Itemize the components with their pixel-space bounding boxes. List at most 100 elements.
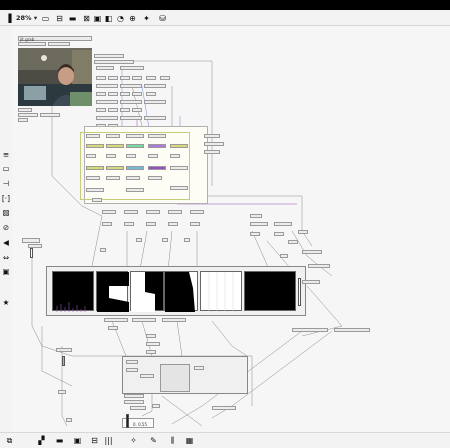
gain-object[interactable]: [126, 166, 144, 170]
patch-object[interactable]: [148, 176, 162, 180]
number-box[interactable]: [40, 113, 60, 117]
level-meter[interactable]: [62, 356, 65, 366]
presentation-window-icon[interactable]: ▣: [72, 436, 83, 446]
patch-object[interactable]: [124, 222, 134, 226]
window-icon[interactable]: ▣: [92, 13, 103, 23]
patch-object[interactable]: [124, 400, 144, 404]
patch-object[interactable]: [140, 374, 154, 378]
patch-object[interactable]: [148, 134, 166, 138]
patch-object[interactable]: [152, 404, 160, 408]
bracket-icon[interactable]: [·]: [1, 194, 11, 204]
patch-object[interactable]: [184, 238, 190, 242]
patch-object[interactable]: [190, 210, 204, 214]
pin-icon[interactable]: ⊕: [127, 13, 138, 23]
jit-window-object[interactable]: [22, 238, 40, 243]
patch-object[interactable]: [148, 154, 158, 158]
gain-object[interactable]: [86, 166, 104, 170]
patch-object[interactable]: [146, 222, 156, 226]
inspector-icon[interactable]: ▞: [36, 436, 47, 446]
patch-object[interactable]: [106, 134, 120, 138]
patch-object[interactable]: [94, 54, 124, 58]
patch-object[interactable]: [250, 232, 260, 236]
patch-object[interactable]: [106, 154, 116, 158]
patch-object[interactable]: [212, 406, 236, 410]
patch-object[interactable]: [298, 230, 308, 234]
patch-object[interactable]: [94, 60, 134, 64]
menu-icon[interactable]: ≡: [1, 150, 11, 160]
patch-object[interactable]: [144, 100, 166, 104]
patch-object[interactable]: [168, 210, 182, 214]
patch-object[interactable]: [120, 84, 142, 88]
image-icon[interactable]: ▨: [1, 208, 11, 218]
wrench-icon[interactable]: ✎: [148, 436, 159, 446]
patch-object[interactable]: [302, 250, 322, 254]
toggle-object[interactable]: [18, 108, 32, 112]
patch-object[interactable]: [160, 76, 170, 80]
patch-object[interactable]: [102, 222, 112, 226]
edit-icon[interactable]: ⊟: [54, 13, 65, 23]
patch-object[interactable]: [92, 198, 102, 202]
gain-object[interactable]: [148, 166, 166, 170]
patch-object[interactable]: [96, 116, 118, 120]
exchange-icon[interactable]: ⇔: [1, 253, 11, 263]
patch-object[interactable]: [170, 186, 188, 190]
patch-object[interactable]: [126, 154, 136, 158]
gain-object[interactable]: [126, 144, 144, 148]
patch-object[interactable]: [162, 238, 168, 242]
patch-canvas[interactable]: jit.grab 0. 0.55: [12, 26, 450, 432]
patch-object[interactable]: [96, 76, 106, 80]
patch-object[interactable]: [86, 154, 96, 158]
patch-object[interactable]: [86, 134, 100, 138]
patch-object[interactable]: [120, 92, 130, 96]
gain-object[interactable]: [86, 144, 104, 148]
patch-object[interactable]: [274, 222, 292, 226]
patch-object[interactable]: [146, 92, 156, 96]
clock-icon[interactable]: ◔: [115, 13, 126, 23]
patch-object[interactable]: [132, 318, 156, 322]
patch-object[interactable]: [126, 368, 138, 372]
record-icon[interactable]: ▬: [67, 13, 78, 23]
patch-object[interactable]: [204, 150, 220, 154]
gain-object[interactable]: [148, 144, 166, 148]
patch-object[interactable]: [86, 188, 104, 192]
sidebar-toggle-icon[interactable]: ▐: [3, 13, 14, 23]
number-box[interactable]: [18, 113, 38, 117]
patch-object[interactable]: [120, 66, 144, 70]
patch-object[interactable]: [146, 334, 156, 338]
grid-icon[interactable]: ▭: [1, 164, 11, 174]
message-box[interactable]: [18, 42, 46, 46]
patch-object[interactable]: [190, 222, 200, 226]
patch-object[interactable]: [132, 92, 142, 96]
sync-icon[interactable]: ◧: [103, 13, 114, 23]
patch-object[interactable]: [146, 210, 160, 214]
patch-object[interactable]: [146, 76, 156, 80]
patch-object[interactable]: [120, 100, 142, 104]
patch-object[interactable]: [194, 366, 204, 370]
patch-object[interactable]: [108, 92, 118, 96]
gain-object[interactable]: [106, 144, 124, 148]
patch-icon[interactable]: ⊠: [81, 13, 92, 23]
paint-bucket-icon[interactable]: ⛁: [157, 13, 168, 23]
clipboard-icon[interactable]: ▦: [184, 436, 195, 446]
comment-icon[interactable]: ▬: [54, 436, 65, 446]
pin-down-icon[interactable]: ✦: [141, 13, 152, 23]
patch-object[interactable]: [106, 176, 120, 180]
dial-display[interactable]: [160, 364, 190, 392]
patch-object[interactable]: [162, 318, 186, 322]
patch-object[interactable]: [334, 328, 370, 332]
vertical-slider[interactable]: [298, 278, 301, 306]
patch-object[interactable]: [96, 66, 114, 70]
patch-object[interactable]: [124, 394, 144, 398]
patch-object[interactable]: [302, 280, 320, 284]
patch-object[interactable]: [124, 210, 138, 214]
patch-object[interactable]: [130, 406, 146, 410]
patch-object[interactable]: [204, 142, 224, 146]
toggle-icon[interactable]: ⊟: [89, 436, 100, 446]
patch-object[interactable]: [120, 108, 130, 112]
meter-icon[interactable]: |||: [103, 436, 114, 446]
patch-object[interactable]: [292, 328, 328, 332]
patch-object[interactable]: [126, 360, 138, 364]
patch-object[interactable]: [288, 240, 298, 244]
jit-grab-object[interactable]: jit.grab: [18, 36, 92, 42]
gain-object[interactable]: [170, 144, 188, 148]
